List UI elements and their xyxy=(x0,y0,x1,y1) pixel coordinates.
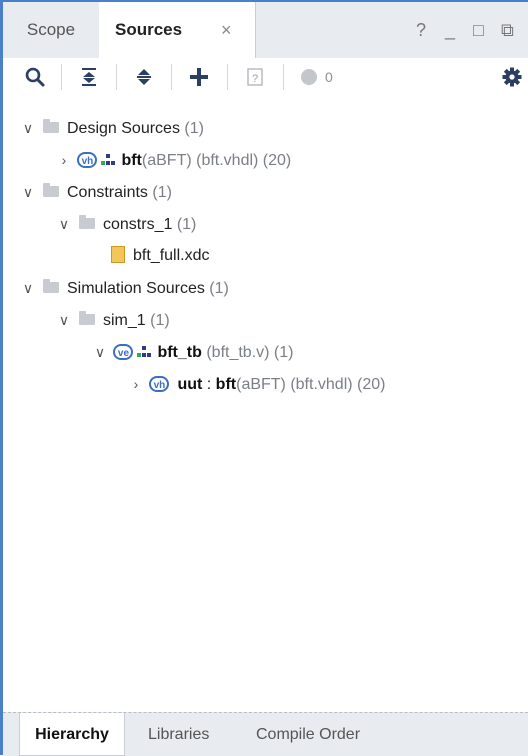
bft-tb-module-name: bft_tb xyxy=(157,344,202,361)
bottom-tab-bar: Hierarchy Libraries Compile Order xyxy=(3,712,528,756)
vhdl-file-icon: vh xyxy=(77,151,98,168)
toolbar-divider xyxy=(116,64,117,90)
bft-module-name: bft xyxy=(121,152,142,169)
svg-text:?: ? xyxy=(252,73,258,85)
hierarchy-icon xyxy=(137,345,152,357)
folder-icon xyxy=(79,215,95,230)
constraints-label: Constraints xyxy=(67,184,148,201)
design-sources-label: Design Sources xyxy=(67,120,180,137)
tab-hierarchy[interactable]: Hierarchy xyxy=(19,713,125,756)
add-icon[interactable] xyxy=(188,63,210,91)
simulation-sources-label: Simulation Sources xyxy=(67,280,205,297)
folder-icon xyxy=(43,279,59,294)
sim-1-count: (1) xyxy=(150,312,170,329)
folder-icon xyxy=(43,119,59,134)
folder-icon xyxy=(43,183,59,198)
status-count: 0 xyxy=(325,69,333,85)
uut-detail: (aBFT) (bft.vhdl) (20) xyxy=(236,376,386,393)
uut-instance-name: uut xyxy=(177,376,203,393)
gear-icon[interactable] xyxy=(501,63,523,91)
toolbar-divider xyxy=(227,64,228,90)
toolbar-divider xyxy=(61,64,62,90)
help-button[interactable]: ? xyxy=(416,2,426,58)
minimize-button[interactable]: _ xyxy=(445,2,455,58)
panel-tab-bar: Scope Sources × ? _ □ ⧉ xyxy=(3,2,528,59)
constraints-count: (1) xyxy=(152,184,172,201)
tree-node-bft[interactable]: › vh bft(aBFT) (bft.vhdl) (20) xyxy=(55,145,291,175)
vhdl-file-icon: vh xyxy=(149,375,170,392)
tab-sources-label: Sources xyxy=(115,20,183,39)
tree-node-bft-full-xdc[interactable]: bft_full.xdc xyxy=(111,241,209,271)
tab-scope[interactable]: Scope xyxy=(3,2,100,58)
hierarchy-icon xyxy=(101,153,116,165)
chevron-down-icon[interactable]: ∨ xyxy=(19,273,37,303)
chevron-right-icon[interactable]: › xyxy=(127,369,145,399)
bft-module-detail: (aBFT) (bft.vhdl) (20) xyxy=(141,152,292,169)
chevron-down-icon[interactable]: ∨ xyxy=(19,177,37,207)
tree-node-simulation-sources[interactable]: ∨ Simulation Sources (1) xyxy=(19,273,229,303)
question-box-icon[interactable]: ? xyxy=(245,63,265,91)
tree-node-constrs-1[interactable]: ∨ constrs_1 (1) xyxy=(55,209,196,239)
bft-full-xdc-label: bft_full.xdc xyxy=(133,247,210,264)
constraint-file-icon xyxy=(111,246,125,264)
restore-button[interactable]: ⧉ xyxy=(501,2,514,58)
tab-libraries[interactable]: Libraries xyxy=(148,713,209,756)
collapse-all-icon[interactable] xyxy=(78,63,100,91)
sim-1-label: sim_1 xyxy=(103,312,146,329)
chevron-down-icon[interactable]: ∨ xyxy=(91,337,109,367)
chevron-right-icon[interactable]: › xyxy=(55,145,73,175)
constrs-1-label: constrs_1 xyxy=(103,216,173,233)
sources-toolbar: ? 0 xyxy=(3,58,528,96)
tree-node-sim-1[interactable]: ∨ sim_1 (1) xyxy=(55,305,170,335)
bft-tb-module-detail: (bft_tb.v) (1) xyxy=(206,344,294,361)
window-frame-left xyxy=(0,0,3,755)
tab-compile-order[interactable]: Compile Order xyxy=(256,713,360,756)
status-indicator: 0 xyxy=(299,63,347,91)
folder-icon xyxy=(79,311,95,326)
maximize-button[interactable]: □ xyxy=(473,2,484,58)
tree-node-bft-tb[interactable]: ∨ ve bft_tb (bft_tb.v) (1) xyxy=(91,337,293,367)
chevron-down-icon[interactable]: ∨ xyxy=(55,305,73,335)
verilog-file-icon: ve xyxy=(113,343,134,360)
simulation-sources-count: (1) xyxy=(209,280,229,297)
tree-node-uut[interactable]: › vh uut : bft(aBFT) (bft.vhdl) (20) xyxy=(127,369,385,399)
close-icon[interactable]: × xyxy=(221,2,232,58)
status-dot-icon xyxy=(301,69,317,85)
tab-sources[interactable]: Sources × xyxy=(99,2,256,59)
search-icon[interactable] xyxy=(23,63,47,91)
tree-node-constraints[interactable]: ∨ Constraints (1) xyxy=(19,177,172,207)
uut-separator: : xyxy=(202,376,216,393)
chevron-down-icon[interactable]: ∨ xyxy=(19,113,37,143)
toolbar-divider xyxy=(283,64,284,90)
tree-node-design-sources[interactable]: ∨ Design Sources (1) xyxy=(19,113,204,143)
expand-all-icon[interactable] xyxy=(133,63,155,91)
uut-entity-name: bft xyxy=(215,376,237,393)
toolbar-divider xyxy=(171,64,172,90)
chevron-down-icon[interactable]: ∨ xyxy=(55,209,73,239)
constrs-1-count: (1) xyxy=(176,216,197,233)
design-sources-count: (1) xyxy=(184,120,204,137)
